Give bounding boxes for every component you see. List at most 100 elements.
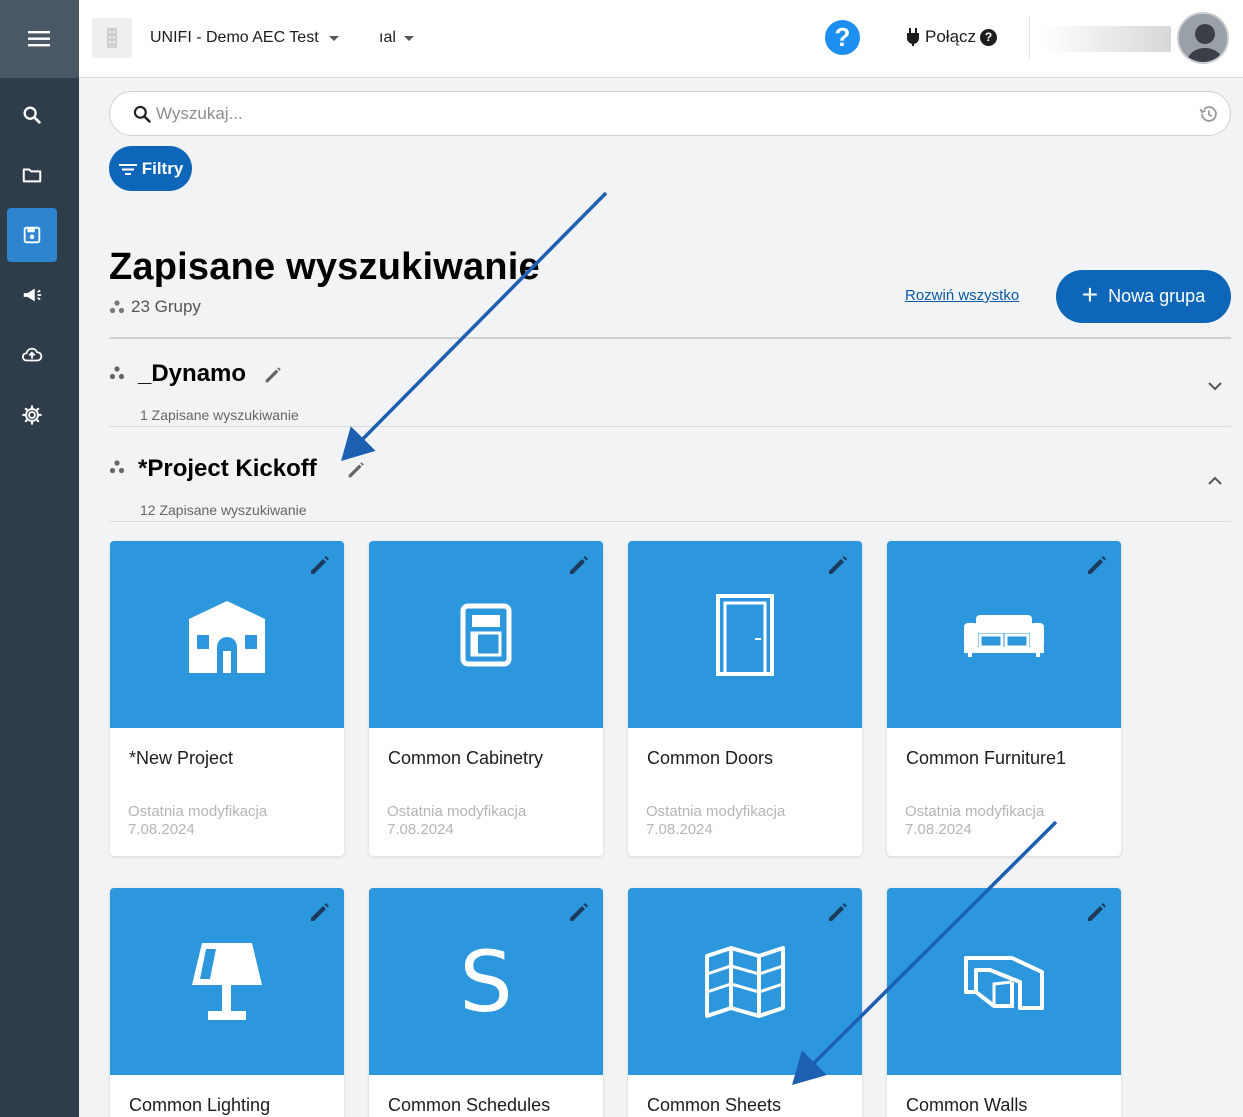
folder-icon (22, 168, 42, 183)
card-title: Common Doors (647, 748, 774, 768)
search-icon (133, 105, 151, 123)
card-modified: Ostatnia modyfikacja 7.08.2024 (646, 803, 785, 839)
sidebar-item-search[interactable] (7, 88, 57, 142)
expand-all-link[interactable]: Rozwiń wszystko (905, 287, 1019, 304)
pencil-icon[interactable] (826, 553, 850, 577)
card-title: Common Schedules (388, 1095, 551, 1115)
group-row[interactable]: *Project Kickoff 12 Zapisane wyszukiwani… (109, 443, 1231, 520)
chevron-down-icon (403, 35, 414, 41)
card-title: *New Project (129, 748, 234, 768)
saved-search-card[interactable]: *New Project Ostatnia modyfikacja 7.08.2… (110, 541, 344, 856)
divider (109, 521, 1231, 522)
chevron-down-icon[interactable] (1207, 378, 1223, 394)
help-icon[interactable]: ? (825, 20, 860, 55)
group-icon (109, 366, 125, 380)
plus-icon: + (1081, 279, 1099, 310)
sidebar-item-announcements[interactable] (7, 268, 57, 322)
sidebar-item-saved-searches[interactable] (7, 208, 57, 262)
sofa-icon (964, 614, 1044, 657)
header-divider (1029, 16, 1030, 60)
project-thumbnail (92, 18, 132, 58)
modified-date: 7.08.2024 (905, 821, 972, 838)
saved-search-card[interactable]: Common Cabinetry Ostatnia modyfikacja 7.… (369, 541, 603, 856)
card-modified: Ostatnia modyfikacja 7.08.2024 (905, 803, 1044, 839)
sidebar-item-settings[interactable] (7, 388, 57, 442)
modified-label: Ostatnia modyfikacja (387, 803, 527, 820)
search-input[interactable] (156, 101, 1156, 127)
divider (109, 337, 1231, 339)
card-thumbnail: S (369, 888, 603, 1075)
card-title: Common Furniture1 (906, 748, 1067, 768)
megaphone-icon (23, 288, 42, 302)
save-icon (23, 226, 41, 244)
groups-count: 23 Grupy (109, 297, 201, 317)
card-title: Common Cabinetry (388, 748, 544, 768)
pencil-icon[interactable] (262, 364, 284, 386)
group-name: _Dynamo (138, 360, 247, 387)
filters-button[interactable]: Filtry (109, 146, 192, 191)
card-modified: Ostatnia modyfikacja 7.08.2024 (128, 803, 267, 839)
door-icon (716, 593, 774, 676)
divider (109, 426, 1231, 427)
card-thumbnail (628, 541, 862, 728)
menu-button[interactable] (0, 0, 79, 78)
modified-date: 7.08.2024 (387, 821, 454, 838)
pencil-icon[interactable] (826, 900, 850, 924)
map-icon (705, 945, 785, 1018)
card-thumbnail (369, 541, 603, 728)
pencil-icon[interactable] (308, 900, 332, 924)
chevron-up-icon[interactable] (1207, 473, 1223, 489)
filter-icon (118, 163, 137, 175)
new-group-button[interactable]: + Nowa grupa (1056, 270, 1231, 323)
sidebar (0, 0, 79, 1117)
modified-date: 7.08.2024 (128, 821, 195, 838)
saved-search-card[interactable]: Common Walls (887, 888, 1121, 1117)
avatar[interactable] (1177, 12, 1229, 64)
card-thumbnail (887, 888, 1121, 1075)
group-count: 1 Zapisane wyszukiwanie (140, 407, 299, 423)
modified-label: Ostatnia modyfikacja (646, 803, 786, 820)
top-bar: UNIFI - Demo AEC Test ıal ? Połącz ? (79, 0, 1243, 78)
saved-search-card[interactable]: Common Lighting (110, 888, 344, 1117)
sidebar-item-folders[interactable] (7, 148, 57, 202)
groups-count-label: 23 Grupy (131, 297, 201, 316)
saved-search-card[interactable]: Common Doors Ostatnia modyfikacja 7.08.2… (628, 541, 862, 856)
connect-label: Połącz (925, 27, 977, 46)
modified-label: Ostatnia modyfikacja (905, 803, 1045, 820)
pencil-icon[interactable] (567, 900, 591, 924)
walls-icon (964, 955, 1044, 1010)
search-bar (109, 91, 1231, 136)
group-name: *Project Kickoff (138, 455, 317, 482)
pencil-icon[interactable] (1085, 900, 1109, 924)
chevron-down-icon (328, 35, 339, 41)
saved-search-card[interactable]: S Common Schedules (369, 888, 603, 1117)
pencil-icon[interactable] (567, 553, 591, 577)
house-icon (189, 596, 265, 673)
gear-icon (22, 405, 42, 425)
saved-search-card[interactable]: Common Furniture1 Ostatnia modyfikacja 7… (887, 541, 1121, 856)
app-window: UNIFI - Demo AEC Test ıal ? Połącz ? Fil… (0, 0, 1243, 1117)
filters-label: Filtry (141, 158, 184, 178)
plug-icon (907, 28, 919, 46)
card-thumbnail (110, 541, 344, 728)
pencil-icon[interactable] (345, 459, 367, 481)
group-count: 12 Zapisane wyszukiwanie (140, 502, 307, 518)
modified-date: 7.08.2024 (646, 821, 713, 838)
saved-search-card[interactable]: Common Sheets (628, 888, 862, 1117)
pencil-icon[interactable] (308, 553, 332, 577)
group-row[interactable]: _Dynamo 1 Zapisane wyszukiwanie (109, 350, 1231, 426)
pencil-icon[interactable] (1085, 553, 1109, 577)
project-selector[interactable]: UNIFI - Demo AEC Test (150, 29, 339, 47)
hamburger-icon (27, 31, 50, 47)
library-selector[interactable]: ıal (379, 29, 414, 47)
connect-help-icon[interactable]: ? (980, 28, 998, 46)
library-name: ıal (379, 29, 396, 46)
lamp-icon (192, 942, 262, 1020)
sidebar-item-upload[interactable] (7, 328, 57, 382)
connect-button[interactable]: Połącz ? (905, 27, 998, 47)
user-icon (1179, 14, 1227, 62)
search-icon (23, 106, 41, 124)
card-thumbnail (628, 888, 862, 1075)
history-icon[interactable] (1198, 103, 1220, 125)
card-title: Common Lighting (129, 1095, 271, 1115)
